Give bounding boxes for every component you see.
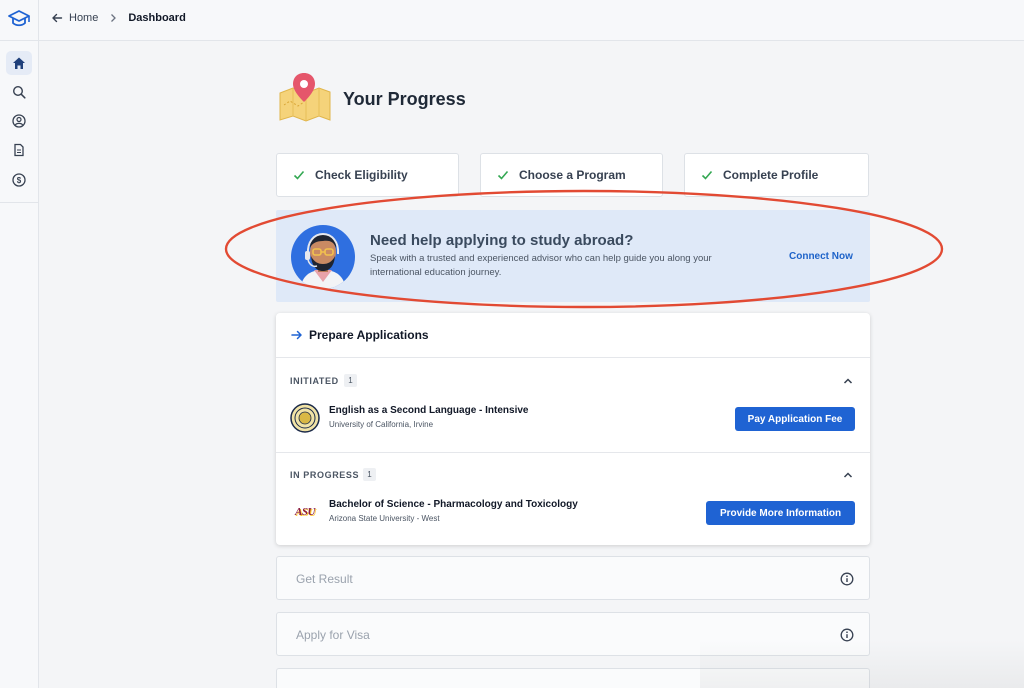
check-icon: [497, 170, 509, 180]
step-apply-for-visa[interactable]: Apply for Visa: [276, 612, 870, 656]
asu-logo-text: ASU: [295, 506, 315, 518]
rail-divider: [0, 40, 38, 41]
graduation-cap-icon[interactable]: [6, 8, 32, 30]
arrow-right-icon: [291, 330, 302, 340]
info-icon[interactable]: [840, 572, 854, 586]
rail-divider: [0, 202, 38, 203]
top-bar: Home Dashboard: [39, 0, 1024, 41]
section-divider: [276, 452, 870, 453]
count-badge: 1: [344, 374, 357, 387]
rail-item-home[interactable]: [6, 51, 32, 75]
step-check-eligibility[interactable]: Check Eligibility: [276, 153, 459, 197]
advisor-banner: Need help applying to study abroad? Spea…: [276, 210, 870, 302]
program-name[interactable]: English as a Second Language - Intensive: [329, 405, 529, 416]
chevron-right-icon: [111, 14, 117, 22]
section-label-in-progress: IN PROGRESS: [290, 470, 360, 480]
chevron-up-icon[interactable]: [842, 375, 854, 387]
banner-title: Need help applying to study abroad?: [370, 232, 634, 249]
document-icon: [14, 143, 24, 157]
user-circle-icon: [12, 114, 26, 128]
rail-item-payments[interactable]: $: [6, 168, 32, 192]
step-label: Complete Profile: [723, 168, 819, 182]
rail-item-search[interactable]: [6, 80, 32, 104]
count-badge: 1: [363, 468, 376, 481]
back-arrow-icon[interactable]: [51, 12, 63, 24]
step-label: Choose a Program: [519, 168, 626, 182]
left-rail: $: [0, 0, 39, 688]
provide-more-information-button[interactable]: Provide More Information: [706, 501, 855, 525]
step-label: Check Eligibility: [315, 168, 408, 182]
search-icon: [12, 85, 26, 99]
university-name: University of California, Irvine: [329, 420, 434, 429]
university-name: Arizona State University - West: [329, 514, 440, 523]
info-icon[interactable]: [840, 628, 854, 642]
breadcrumb-home[interactable]: Home: [69, 12, 98, 24]
check-icon: [293, 170, 305, 180]
connect-now-link[interactable]: Connect Now: [789, 251, 853, 262]
program-name[interactable]: Bachelor of Science - Pharmacology and T…: [329, 499, 578, 510]
asu-logo-icon: ASU: [290, 497, 320, 527]
step-label: Get Result: [296, 572, 353, 586]
map-pin-icon: [279, 73, 331, 122]
step-choose-program[interactable]: Choose a Program: [480, 153, 663, 197]
prepare-applications-card: Prepare Applications INITIATED 1 English…: [276, 313, 870, 545]
home-icon: [13, 57, 25, 69]
rail-item-documents[interactable]: [6, 138, 32, 162]
step-label: Apply for Visa: [296, 628, 370, 642]
advisor-avatar-icon: [291, 225, 355, 289]
dollar-icon: $: [12, 173, 26, 187]
chevron-up-icon[interactable]: [842, 469, 854, 481]
step-next-partial[interactable]: [276, 668, 870, 688]
card-header: Prepare Applications: [276, 313, 870, 358]
rail-item-profile[interactable]: [6, 109, 32, 133]
uci-seal-icon: [290, 403, 320, 433]
svg-text:$: $: [17, 176, 22, 185]
pay-application-fee-button[interactable]: Pay Application Fee: [735, 407, 855, 431]
step-get-result[interactable]: Get Result: [276, 556, 870, 600]
breadcrumb: Home Dashboard: [51, 12, 186, 24]
page-title: Your Progress: [343, 89, 466, 109]
check-icon: [701, 170, 713, 180]
step-complete-profile[interactable]: Complete Profile: [684, 153, 869, 197]
banner-text: Speak with a trusted and experienced adv…: [370, 253, 712, 278]
section-label-initiated: INITIATED: [290, 376, 339, 386]
breadcrumb-current: Dashboard: [128, 12, 186, 24]
card-title: Prepare Applications: [309, 328, 429, 342]
